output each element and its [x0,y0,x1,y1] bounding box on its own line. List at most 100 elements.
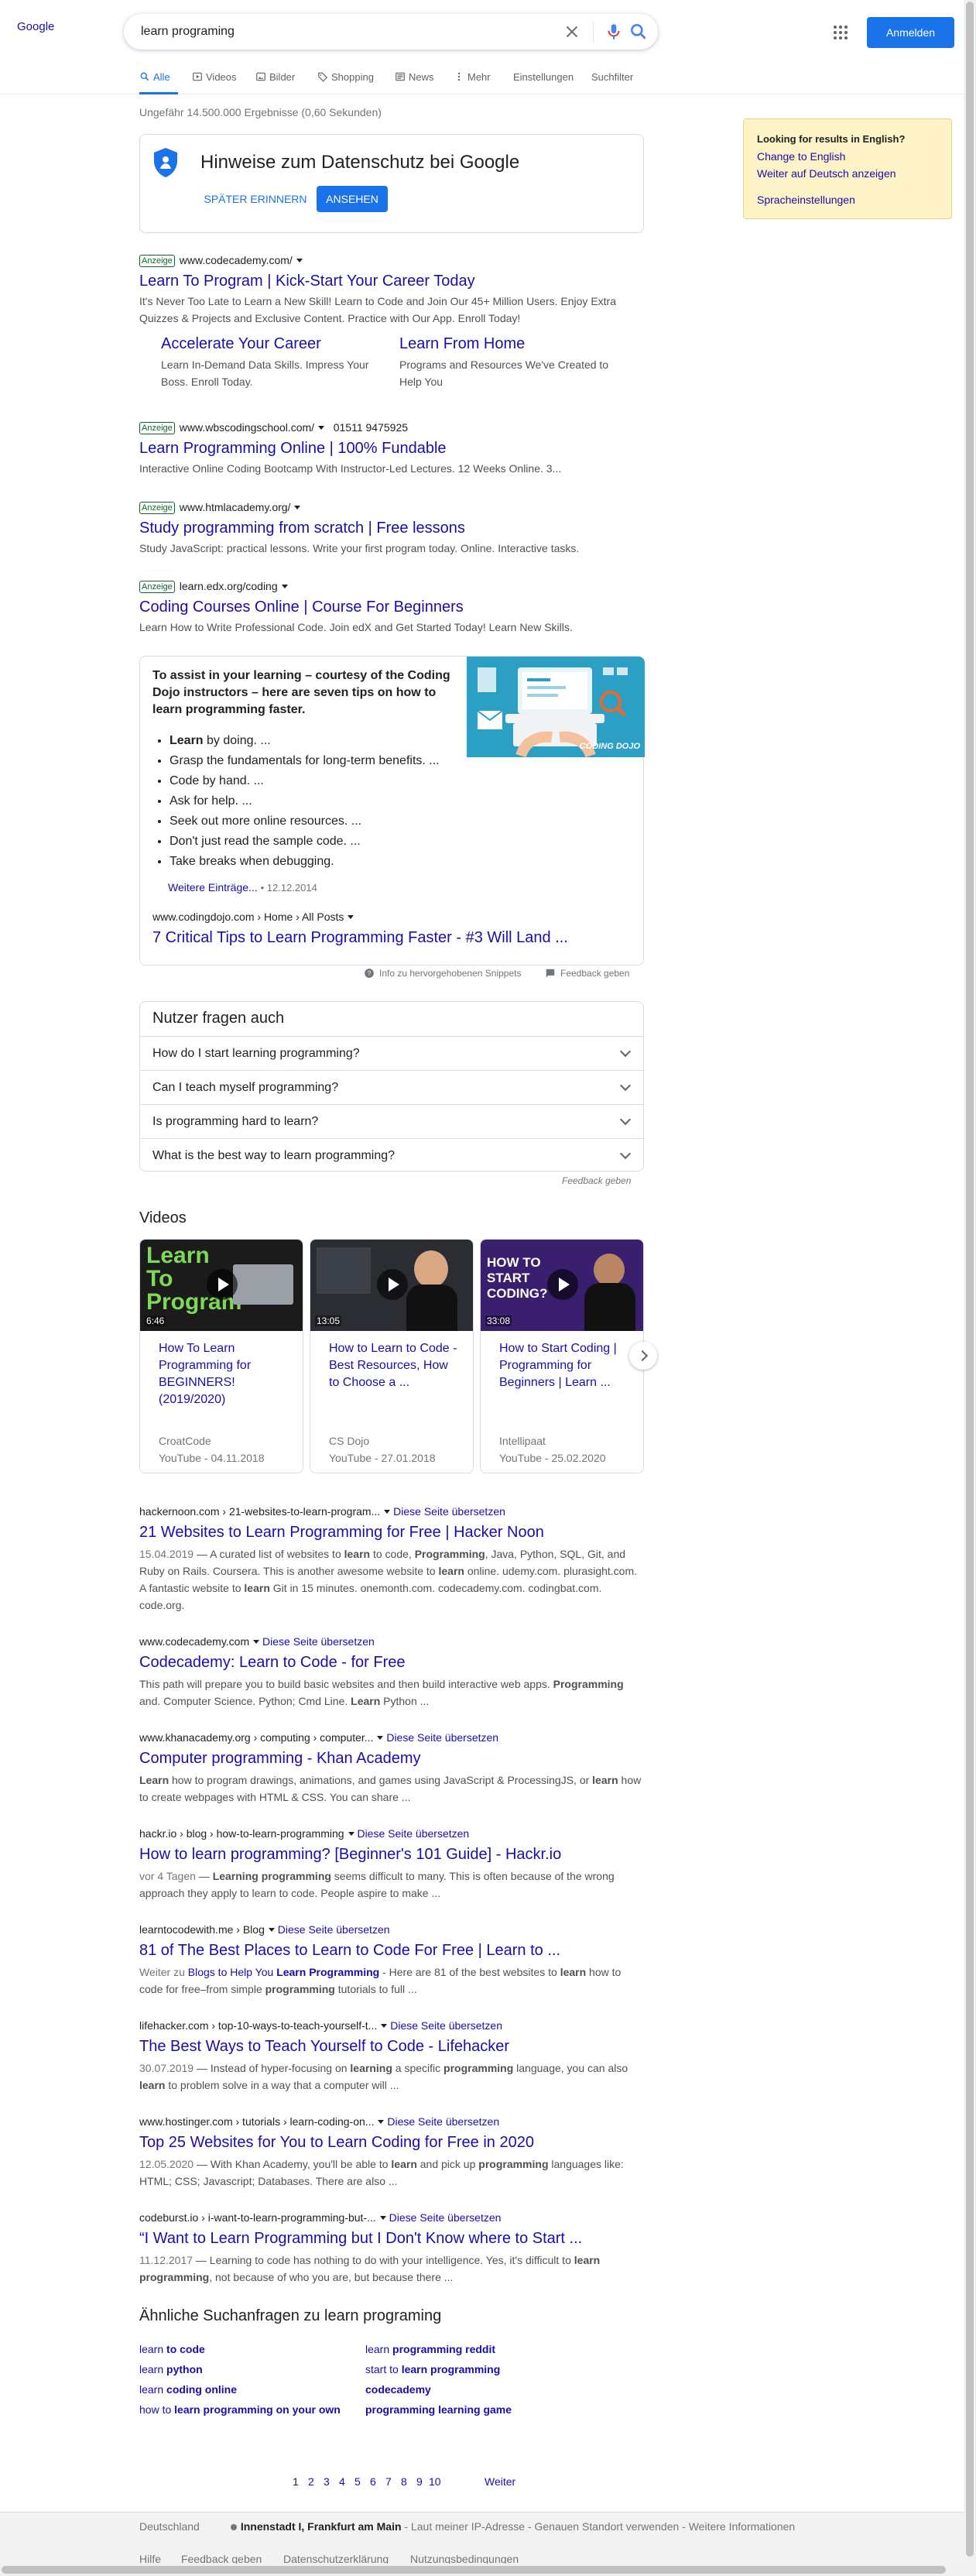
page-link[interactable]: 4 [339,2475,345,2488]
video-card[interactable]: HOW TO START CODING? 33:08 How to Start … [480,1239,644,1473]
view-privacy-button[interactable]: ANSEHEN [317,186,388,212]
ad-title[interactable]: Learn Programming Online | 100% Fundable [139,438,644,458]
translate-link[interactable]: Diese Seite übersetzen [387,2115,499,2128]
result-title[interactable]: 81 of The Best Places to Learn to Code F… [139,1940,644,1960]
language-settings-link[interactable]: Spracheinstellungen [757,194,855,206]
chevron-down-icon[interactable] [348,1832,354,1836]
chevron-down-icon[interactable] [268,1928,275,1932]
video-card[interactable]: Learn To Program 6:46 How To Learn Progr… [139,1239,303,1473]
translate-link[interactable]: Diese Seite übersetzen [386,1731,498,1744]
chevron-down-icon[interactable] [384,1510,391,1514]
chevron-down-icon[interactable] [381,2024,388,2028]
related-search-link[interactable]: learn to code [139,2343,205,2355]
location-note[interactable]: - Laut meiner IP-Adresse - Genauen Stand… [404,2520,795,2533]
result-title[interactable]: How to learn programming? [Beginner's 10… [139,1844,644,1864]
related-search-link[interactable]: start to learn programming [365,2363,500,2375]
chevron-down-icon[interactable] [294,506,301,509]
tab-more[interactable]: Mehr [454,71,491,83]
paa-question[interactable]: How do I start learning programming? [140,1036,643,1070]
tab-all[interactable]: Alle [139,71,170,83]
chevron-down-icon[interactable] [281,585,288,588]
chevron-down-icon[interactable] [253,1640,260,1644]
snippet-feedback-link[interactable]: Feedback geben [545,968,629,979]
tab-tools[interactable]: Suchfilter [591,71,633,83]
paa-question[interactable]: Can I teach myself programming? [140,1070,643,1104]
play-icon[interactable] [547,1269,578,1300]
ad-title[interactable]: Learn To Program | Kick-Start Your Caree… [139,271,644,291]
tab-news[interactable]: News [395,71,434,83]
related-search-link[interactable]: codecademy [365,2383,431,2396]
video-title[interactable]: How to Start Coding | Programming for Be… [499,1340,631,1391]
about-snippets-link[interactable]: ? Info zu hervorgehobenen Snippets [364,968,521,979]
chevron-down-icon[interactable] [377,1736,384,1740]
vertical-scrollbar[interactable] [964,0,976,2576]
related-search-link[interactable]: how to learn programming on your own [139,2403,341,2416]
related-search-link[interactable]: learn python [139,2363,203,2375]
next-page-link[interactable]: Weiter [485,2475,515,2488]
google-logo[interactable]: Google [17,20,54,33]
snippet-image[interactable]: CODING DOJO [467,657,645,757]
video-thumbnail[interactable]: HOW TO START CODING? 33:08 [481,1240,643,1331]
result-title[interactable]: 21 Websites to Learn Programming for Fre… [139,1522,644,1542]
continue-german-link[interactable]: Weiter auf Deutsch anzeigen [757,167,896,180]
sitelink-title[interactable]: Learn From Home [399,334,624,353]
play-icon[interactable] [207,1269,238,1300]
chevron-down-icon[interactable] [318,426,325,430]
chevron-down-icon[interactable] [378,2120,385,2124]
translate-link[interactable]: Diese Seite übersetzen [262,1635,375,1648]
paa-question[interactable]: Is programming hard to learn? [140,1104,643,1138]
horizontal-scrollbar[interactable] [0,2564,964,2576]
page-link[interactable]: 6 [370,2475,376,2488]
snippet-title-link[interactable]: 7 Critical Tips to Learn Programming Fas… [152,929,568,947]
tab-videos[interactable]: Videos [192,71,237,83]
translate-link[interactable]: Diese Seite übersetzen [389,2211,502,2224]
apps-grid-icon[interactable] [831,23,850,42]
page-link[interactable]: 10 [429,2475,441,2488]
video-title[interactable]: How to Learn to Code - Best Resources, H… [329,1340,461,1391]
tab-shopping[interactable]: Shopping [317,71,374,83]
tab-settings[interactable]: Einstellungen [513,71,574,83]
ad-title[interactable]: Coding Courses Online | Course For Begin… [139,597,644,617]
page-link[interactable]: 5 [354,2475,361,2488]
ad-phone[interactable]: 01511 9475925 [334,421,408,434]
video-card[interactable]: 13:05 How to Learn to Code - Best Resour… [310,1239,474,1473]
change-to-english-link[interactable]: Change to English [757,150,845,163]
scrollbar-thumb[interactable] [966,2,974,2557]
paa-question[interactable]: What is the best way to learn programmin… [140,1138,643,1172]
page-link[interactable]: 7 [385,2475,392,2488]
translate-link[interactable]: Diese Seite übersetzen [278,1923,390,1936]
clear-icon[interactable] [562,22,582,42]
page-link[interactable]: 2 [308,2475,314,2488]
remind-later-button[interactable]: SPÄTER ERINNERN [199,186,312,212]
related-search-link[interactable]: learn coding online [139,2383,237,2396]
sitelink-title[interactable]: Accelerate Your Career [161,334,385,353]
ad-title[interactable]: Study programming from scratch | Free le… [139,518,644,538]
microphone-icon[interactable] [604,22,624,42]
related-search-link[interactable]: learn programming reddit [365,2343,495,2355]
chevron-down-icon[interactable] [296,259,303,262]
paa-feedback-link[interactable]: Feedback geben [562,1175,631,1186]
video-title[interactable]: How To Learn Programming for BEGINNERS! … [159,1340,290,1408]
page-link[interactable]: 8 [401,2475,407,2488]
result-title[interactable]: Codecademy: Learn to Code - for Free [139,1652,644,1672]
tab-images[interactable]: Bilder [255,71,295,83]
translate-link[interactable]: Diese Seite übersetzen [393,1505,505,1518]
translate-link[interactable]: Diese Seite übersetzen [357,1827,469,1840]
next-videos-button[interactable] [629,1342,657,1370]
chevron-down-icon[interactable] [379,2216,386,2220]
result-title[interactable]: Computer programming - Khan Academy [139,1748,644,1768]
page-link[interactable]: 3 [324,2475,330,2488]
video-thumbnail[interactable]: Learn To Program 6:46 [140,1240,303,1331]
search-box[interactable]: learn programing [124,14,658,50]
scrollbar-thumb[interactable] [2,2566,946,2574]
result-title[interactable]: Top 25 Websites for You to Learn Coding … [139,2132,644,2152]
translate-link[interactable]: Diese Seite übersetzen [390,2019,502,2032]
more-entries-link[interactable]: Weitere Einträge... [168,881,258,894]
search-input[interactable]: learn programing [141,25,235,39]
signin-button[interactable]: Anmelden [867,17,954,48]
result-title[interactable]: The Best Ways to Teach Yourself to Code … [139,2036,644,2056]
video-thumbnail[interactable]: 13:05 [310,1240,473,1331]
search-icon[interactable] [628,22,649,42]
page-link[interactable]: 9 [416,2475,423,2488]
related-search-link[interactable]: programming learning game [365,2403,512,2416]
